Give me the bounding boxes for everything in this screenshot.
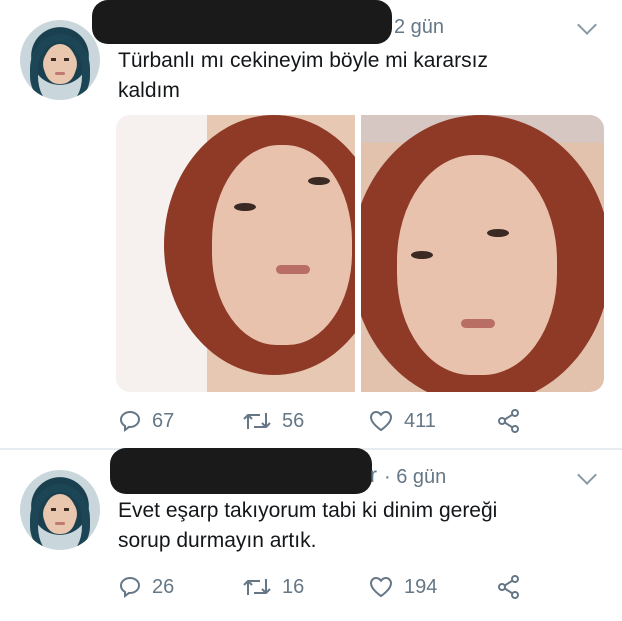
tweet-text-line: kaldım [118, 79, 180, 102]
reply-count: 26 [152, 575, 175, 598]
retweet-count: 56 [282, 409, 305, 432]
tweet-2[interactable]: r · 6 gün Evet eşarp takıyorum tabi ki d… [0, 448, 622, 621]
avatar-eyes [51, 58, 69, 61]
photo-lips [276, 265, 310, 274]
heart-icon [368, 409, 394, 433]
share-icon [496, 408, 522, 434]
avatar[interactable] [20, 20, 100, 100]
reply-count: 67 [152, 409, 175, 432]
photo-eye [308, 177, 330, 185]
retweet-button[interactable]: 56 [242, 406, 304, 436]
photo-1[interactable] [116, 115, 355, 392]
reply-icon [118, 409, 142, 433]
retweet-icon [242, 409, 272, 433]
tweet-text-line: Türbanlı mı cekineyim böyle mi kararsız [118, 49, 488, 72]
avatar-face [44, 494, 76, 534]
tweet-text-line: Evet eşarp takıyorum tabi ki dinim gereğ… [118, 499, 498, 522]
photo-face [397, 155, 557, 375]
retweet-button[interactable]: 16 [242, 572, 304, 602]
avatar-face [44, 44, 76, 84]
chevron-down-icon[interactable] [577, 15, 597, 35]
like-count: 194 [404, 575, 438, 598]
like-count: 411 [404, 409, 436, 432]
tweet-1[interactable]: 2 gün Türbanlı mı cekineyim böyle mi kar… [0, 0, 622, 448]
photo-eye [411, 251, 433, 259]
tweet-media[interactable] [116, 115, 604, 392]
tweet-time[interactable]: 2 gün [394, 16, 444, 39]
tweet-text: Evet eşarp takıyorum tabi ki dinim gereğ… [118, 496, 598, 556]
avatar-mouth [55, 522, 65, 525]
handle-fragment: r [370, 464, 377, 487]
reply-icon [118, 575, 142, 599]
share-button[interactable] [496, 406, 522, 436]
reply-button[interactable]: 67 [118, 406, 174, 436]
photo-face [212, 145, 352, 345]
photo-eye [487, 229, 509, 237]
chevron-down-icon[interactable] [577, 465, 597, 485]
tweet-actions: 67 56 411 [118, 406, 598, 436]
redacted-username [110, 448, 372, 494]
share-button[interactable] [496, 572, 522, 602]
photo-lips [461, 319, 495, 328]
share-icon [496, 574, 522, 600]
avatar-eyes [51, 508, 69, 511]
retweet-icon [242, 575, 272, 599]
tweet-text: Türbanlı mı cekineyim böyle mi kararsız … [118, 46, 598, 106]
redacted-username [92, 0, 392, 44]
reply-button[interactable]: 26 [118, 572, 174, 602]
photo-2[interactable] [361, 115, 604, 392]
heart-icon [368, 575, 394, 599]
avatar[interactable] [20, 470, 100, 550]
like-button[interactable]: 194 [368, 572, 437, 602]
tweet-actions: 26 16 194 [118, 572, 598, 602]
avatar-mouth [55, 72, 65, 75]
tweet-text-line: sorup durmayın artık. [118, 529, 317, 552]
photo-eye [234, 203, 256, 211]
like-button[interactable]: 411 [368, 406, 436, 436]
tweet-time[interactable]: · 6 gün [384, 466, 446, 489]
retweet-count: 16 [282, 575, 305, 598]
